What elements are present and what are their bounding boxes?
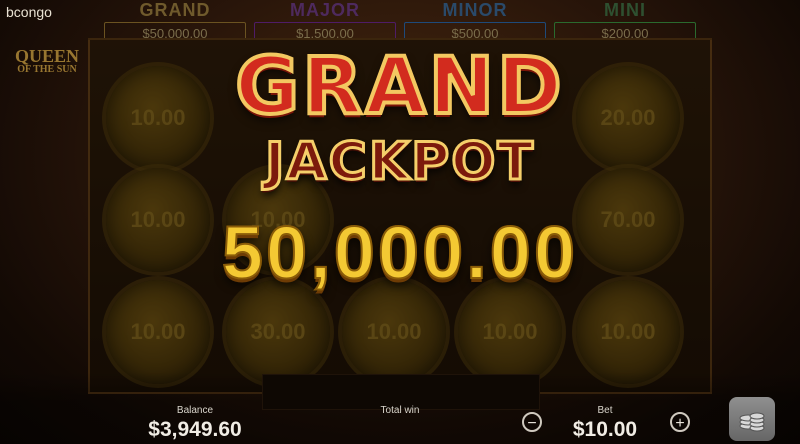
bet-label: Bet <box>597 405 613 416</box>
decrease-bet-button[interactable]: − <box>522 412 542 432</box>
jackpot-title: JACKPOT <box>264 131 535 194</box>
jackpot-name: MAJOR <box>289 0 360 20</box>
jackpot-name: MINOR <box>442 0 508 20</box>
increase-bet-button[interactable]: + <box>670 412 690 432</box>
coin-stack-button[interactable] <box>729 397 775 441</box>
jackpot-name: MINI <box>604 0 646 20</box>
balance-value: $3,949.60 <box>148 418 242 441</box>
jackpot-name: GRAND <box>139 0 211 20</box>
coin-stack-icon <box>739 412 765 432</box>
win-amount: 50,000.00 <box>221 210 579 295</box>
grand-title: GRAND <box>233 40 565 134</box>
bet-value: $10.00 <box>572 418 638 441</box>
total-win-label: Total win <box>380 405 420 416</box>
balance-label: Balance <box>176 405 214 416</box>
brand-logo: bcongo <box>6 4 52 20</box>
